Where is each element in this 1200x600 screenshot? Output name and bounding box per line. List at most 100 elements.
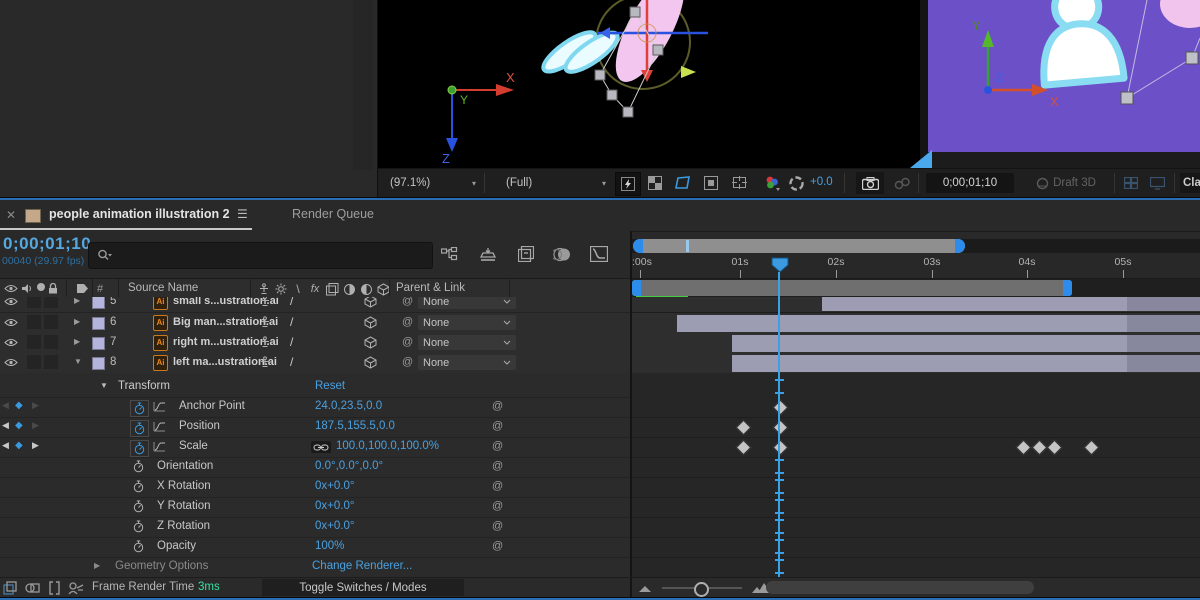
next-keyframe-arrow[interactable]: ▶ bbox=[32, 440, 39, 451]
parent-link-dropdown[interactable]: None bbox=[418, 355, 516, 370]
take-snapshot-button[interactable] bbox=[856, 172, 884, 194]
stopwatch-icon[interactable] bbox=[134, 442, 145, 455]
collapse-transformations-icon[interactable] bbox=[258, 283, 270, 295]
layer-visibility-toggle[interactable] bbox=[4, 318, 18, 327]
quality-switch[interactable]: / bbox=[290, 315, 293, 329]
reset-exposure-button[interactable] bbox=[786, 172, 806, 194]
panel-menu-icon[interactable]: ☰ bbox=[237, 207, 248, 221]
stopwatch-icon[interactable] bbox=[133, 460, 144, 473]
layer-twirl-icon[interactable]: ▶ bbox=[74, 337, 80, 346]
property-value[interactable]: 100.0,100.0,100.0% bbox=[336, 440, 439, 452]
collapse-transformations-icon[interactable] bbox=[259, 297, 271, 307]
property-row[interactable]: Z Rotation0x+0.0°@ bbox=[0, 517, 632, 538]
link-dimensions-button[interactable] bbox=[311, 441, 331, 453]
property-pickwhip-icon[interactable]: @ bbox=[492, 500, 503, 512]
include-in-graph-editor-icon[interactable] bbox=[153, 421, 166, 432]
parent-pickwhip-icon[interactable]: @ bbox=[402, 356, 413, 368]
collapse-transformations-icon[interactable] bbox=[259, 336, 271, 348]
parent-pickwhip-icon[interactable]: @ bbox=[402, 316, 413, 328]
graph-editor-inclusion-button[interactable] bbox=[153, 441, 166, 452]
search-box[interactable] bbox=[88, 242, 433, 269]
layer-row[interactable]: ▼8Aileft ma...ustration.ai/@None bbox=[0, 353, 632, 373]
property-pickwhip-icon[interactable]: @ bbox=[492, 460, 503, 472]
tab-render-queue[interactable]: Render Queue bbox=[292, 207, 374, 221]
prev-keyframe-arrow[interactable]: ◀ bbox=[2, 400, 9, 411]
layer-twirl-icon[interactable]: ▶ bbox=[74, 297, 80, 305]
include-in-graph-editor-icon[interactable] bbox=[153, 401, 166, 412]
time-ruler[interactable]: :00s01s02s03s04s05s bbox=[632, 253, 1200, 278]
keyframe-at-time-diamond[interactable]: ◆ bbox=[15, 440, 23, 451]
change-renderer-link[interactable]: Change Renderer... bbox=[312, 560, 412, 572]
layer-row[interactable]: ▶6AiBig man...stration.ai/@None bbox=[0, 313, 632, 334]
title-action-safe-button[interactable] bbox=[727, 172, 751, 194]
fast-previews-button[interactable] bbox=[615, 172, 641, 196]
region-of-interest-button[interactable] bbox=[671, 172, 695, 194]
panel-splitter[interactable] bbox=[630, 231, 632, 597]
layer-twirl-icon[interactable]: ▶ bbox=[74, 317, 80, 326]
time-navigator-bar[interactable] bbox=[633, 239, 965, 253]
3d-layer-switch[interactable] bbox=[364, 336, 377, 349]
quality-switch[interactable]: / bbox=[290, 355, 293, 369]
layer-av-cell[interactable] bbox=[27, 335, 41, 349]
layer-row[interactable]: ▶5Aismall s...ustration.ai/@None bbox=[0, 297, 632, 313]
work-area-start-handle[interactable] bbox=[632, 280, 641, 296]
collapse-transformations-switch[interactable] bbox=[259, 356, 271, 368]
zoom-slider-knob[interactable] bbox=[694, 582, 709, 597]
3d-layer-icon[interactable] bbox=[364, 297, 377, 308]
stopwatch-button[interactable] bbox=[133, 500, 144, 513]
prev-keyframe-arrow[interactable]: ◀ bbox=[2, 440, 9, 451]
layer-label-swatch[interactable] bbox=[92, 297, 105, 309]
stopwatch-button[interactable] bbox=[133, 520, 144, 533]
show-snapshot-button[interactable] bbox=[890, 172, 914, 194]
next-keyframe-arrow[interactable]: ▶ bbox=[32, 400, 39, 411]
view-layout-button[interactable] bbox=[1120, 172, 1142, 194]
exposure-value[interactable]: +0.0 bbox=[810, 176, 833, 188]
3d-layer-icon[interactable] bbox=[364, 336, 377, 349]
parent-link-dropdown[interactable]: None bbox=[418, 315, 516, 330]
graph-editor-button[interactable] bbox=[586, 244, 612, 264]
eye-icon[interactable] bbox=[4, 338, 18, 347]
3d-layer-switch[interactable] bbox=[364, 297, 377, 308]
stopwatch-button[interactable] bbox=[133, 460, 144, 473]
draft-3d-toggle-button[interactable] bbox=[476, 244, 500, 264]
eye-icon[interactable] bbox=[4, 358, 18, 367]
layer-label-swatch[interactable] bbox=[92, 357, 105, 370]
stopwatch-button[interactable] bbox=[130, 420, 149, 437]
property-row[interactable]: Opacity100%@ bbox=[0, 537, 632, 558]
layer-duration-bar[interactable] bbox=[677, 315, 1200, 332]
property-pickwhip-icon[interactable]: @ bbox=[492, 420, 503, 432]
quality-switch[interactable]: / bbox=[290, 335, 293, 349]
property-row[interactable]: Orientation0.0°,0.0°,0.0°@ bbox=[0, 457, 632, 478]
stopwatch-icon[interactable] bbox=[134, 402, 145, 415]
geometry-options-row[interactable]: ▶Geometry OptionsChange Renderer... bbox=[0, 557, 632, 577]
property-row[interactable]: ◀◆▶Position187.5,155.5,0.0@ bbox=[0, 417, 632, 438]
collapse-transformations-icon[interactable] bbox=[259, 356, 271, 368]
composition-view-right[interactable]: Y X Z bbox=[928, 0, 1200, 168]
quality-switch[interactable]: / bbox=[290, 297, 293, 308]
collapse-transformations-switch[interactable] bbox=[259, 316, 271, 328]
layer-av-cell[interactable] bbox=[27, 315, 41, 329]
timeline-zoom-slider[interactable] bbox=[662, 587, 742, 589]
frame-blend-button[interactable] bbox=[514, 244, 538, 264]
property-value[interactable]: 187.5,155.5,0.0 bbox=[315, 420, 395, 432]
layer-visibility-toggle[interactable] bbox=[4, 297, 18, 306]
property-value[interactable]: 0.0°,0.0°,0.0° bbox=[315, 460, 383, 472]
view-corner-handle[interactable] bbox=[908, 150, 932, 168]
parent-link-dropdown[interactable]: None bbox=[418, 335, 516, 350]
layer-av-cell[interactable] bbox=[44, 297, 58, 308]
layer-av-cell[interactable] bbox=[27, 355, 41, 369]
collapse-transformations-icon[interactable] bbox=[259, 316, 271, 328]
parent-pickwhip-icon[interactable]: @ bbox=[402, 297, 413, 307]
layer-label-swatch[interactable] bbox=[92, 317, 105, 330]
layer-row[interactable]: ▶7Airight m...ustration.ai/@None bbox=[0, 333, 632, 354]
toggle-switches-modes-button[interactable]: Toggle Switches / Modes bbox=[262, 579, 464, 596]
layer-visibility-toggle[interactable] bbox=[4, 358, 18, 367]
3d-layer-icon[interactable] bbox=[364, 316, 377, 329]
layer-twirl-icon[interactable]: ▼ bbox=[74, 357, 82, 366]
playhead-marker[interactable] bbox=[770, 257, 790, 273]
magnification-dropdown[interactable]: (97.1%) ▾ bbox=[386, 173, 480, 193]
tab-composition[interactable]: people animation illustration 2 bbox=[49, 207, 230, 221]
motion-blur-button[interactable] bbox=[550, 244, 574, 264]
next-keyframe-arrow[interactable]: ▶ bbox=[32, 420, 39, 431]
layer-av-cell[interactable] bbox=[44, 315, 58, 329]
